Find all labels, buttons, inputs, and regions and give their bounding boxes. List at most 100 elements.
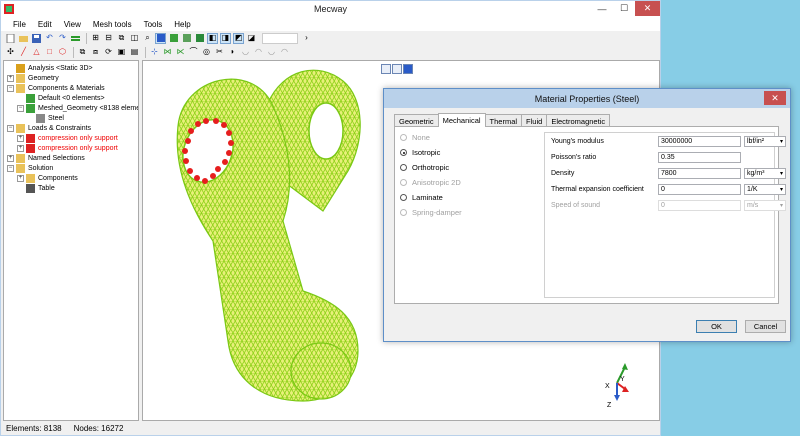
maximize-button[interactable]: ☐	[613, 1, 635, 16]
radio-button	[400, 134, 407, 141]
view-back-icon[interactable]: ◪	[246, 33, 257, 44]
view-front-icon[interactable]: ◧	[207, 32, 218, 44]
mirror-icon[interactable]: ⧈	[90, 47, 101, 58]
tree-item[interactable]: + Geometry	[7, 73, 59, 83]
support-icon	[26, 143, 35, 153]
view-side-icon[interactable]: ◩	[233, 32, 244, 44]
rotate-icon[interactable]: ⟳	[103, 47, 114, 58]
expand-icon[interactable]: +	[7, 74, 14, 82]
radio-button[interactable]	[400, 194, 407, 201]
property-value-input[interactable]: 7800	[658, 168, 741, 179]
radio-button[interactable]	[400, 149, 407, 156]
unit-dropdown[interactable]: 1/K ▾	[744, 184, 786, 195]
copy-icon[interactable]: ⧉	[77, 47, 88, 58]
unit-dropdown[interactable]: kg/m³ ▾	[744, 168, 786, 179]
expand-icon[interactable]: +	[17, 134, 24, 142]
menu-tools[interactable]: Tools	[138, 20, 169, 29]
tree-item[interactable]: Default <0 elements>	[17, 93, 105, 103]
close-button[interactable]: ✕	[635, 1, 660, 16]
revolve-icon[interactable]: ◠	[253, 47, 264, 58]
unit-label: kg/m³	[747, 170, 765, 177]
sweep-icon[interactable]: ◗	[227, 47, 238, 58]
project-icon[interactable]: ◡	[266, 47, 277, 58]
collapse-icon[interactable]: −	[7, 84, 14, 92]
fillet-icon[interactable]: ◡	[240, 47, 251, 58]
component-icon	[26, 103, 35, 113]
tree-item[interactable]: + compression only support	[17, 133, 118, 143]
collapse-icon[interactable]: −	[7, 124, 14, 132]
zoom-icon[interactable]: ⌕	[142, 33, 153, 44]
open-folder-icon[interactable]	[18, 33, 29, 44]
tree-item-label: Components & Materials	[28, 84, 105, 92]
property-row: Speed of sound 0 m/s ▾	[551, 200, 786, 211]
radio-button[interactable]	[400, 164, 407, 171]
cancel-button[interactable]: Cancel	[745, 320, 786, 333]
menu-file[interactable]: File	[7, 20, 32, 29]
tree-item[interactable]: + compression only support	[17, 143, 118, 153]
tree-item[interactable]: − Components & Materials	[7, 83, 105, 93]
triangle-element-icon[interactable]: △	[31, 47, 42, 58]
unit-dropdown[interactable]: lbf/in² ▾	[744, 136, 786, 147]
tree-item[interactable]: − Loads & Constraints	[7, 123, 91, 133]
redo-icon[interactable]: ↷	[57, 33, 68, 44]
radio-button	[400, 209, 407, 216]
view-mesh-icon[interactable]	[168, 33, 179, 44]
collapse-icon[interactable]: −	[7, 164, 14, 172]
view-wire-icon[interactable]	[181, 33, 192, 44]
tube-icon[interactable]: ◎	[201, 47, 212, 58]
material-type-option[interactable]: Isotropic	[400, 147, 440, 158]
view-iso-icon[interactable]	[194, 33, 205, 44]
select-elements-icon[interactable]: ⊟	[103, 33, 114, 44]
new-file-icon[interactable]	[5, 33, 16, 44]
menu-edit[interactable]: Edit	[32, 20, 58, 29]
material-type-option[interactable]: Orthotropic	[400, 162, 449, 173]
menu-help[interactable]: Help	[168, 20, 196, 29]
select-nodes-icon[interactable]: ⊞	[90, 33, 101, 44]
undo-icon[interactable]: ↶	[44, 33, 55, 44]
material-icon	[36, 113, 45, 123]
move-icon[interactable]: ✣	[5, 47, 16, 58]
collapse-icon[interactable]: −	[17, 104, 24, 112]
refine-icon[interactable]: ▤	[129, 47, 140, 58]
tree-item[interactable]: Analysis <Static 3D>	[7, 63, 93, 73]
smooth-icon[interactable]: ◠	[279, 47, 290, 58]
chevron-down-icon: ▾	[779, 187, 783, 193]
view-solid-icon[interactable]	[155, 32, 166, 44]
material-type-option[interactable]: Laminate	[400, 192, 443, 203]
expand-icon[interactable]: +	[17, 144, 24, 152]
menu-mesh-tools[interactable]: Mesh tools	[87, 20, 138, 29]
bend-icon[interactable]: ⌒	[188, 47, 199, 58]
chevron-right-icon[interactable]: ›	[301, 33, 312, 44]
zoom-field[interactable]	[262, 32, 298, 44]
expand-icon[interactable]: +	[17, 174, 24, 182]
quad-element-icon[interactable]: □	[44, 47, 55, 58]
ok-button[interactable]: OK	[696, 320, 737, 333]
expand-icon[interactable]: +	[7, 154, 14, 162]
menu-view[interactable]: View	[58, 20, 87, 29]
tree-item[interactable]: + Components	[17, 173, 78, 183]
tree-item[interactable]: + Named Selections	[7, 153, 85, 163]
line-element-icon[interactable]: ╱	[18, 47, 29, 58]
extrude-icon[interactable]: ▣	[116, 47, 127, 58]
node-tool-icon[interactable]: ⊹	[149, 47, 160, 58]
select-faces-icon[interactable]: ⧉	[116, 33, 127, 44]
dialog-close-button[interactable]: ✕	[764, 91, 786, 105]
save-icon[interactable]	[31, 33, 42, 44]
hex-element-icon[interactable]: ⬡	[57, 47, 68, 58]
merge-icon[interactable]: ⋈	[162, 47, 173, 58]
property-value-input[interactable]: 0.35	[658, 152, 741, 163]
property-value-input[interactable]: 0	[658, 184, 741, 195]
tree-item[interactable]: Table	[17, 183, 55, 193]
solve-icon[interactable]	[70, 33, 81, 44]
tree-item[interactable]: Steel	[27, 113, 64, 123]
menu-bar: File Edit View Mesh tools Tools Help	[1, 17, 660, 31]
cut-icon[interactable]: ✂	[214, 47, 225, 58]
tree-item[interactable]: − Meshed_Geometry <8138 elemer	[17, 103, 138, 113]
minimize-button[interactable]: —	[591, 1, 613, 16]
property-value-input[interactable]: 30000000	[658, 136, 741, 147]
view-top-icon[interactable]: ◨	[220, 32, 231, 44]
tree-item[interactable]: − Solution	[7, 163, 53, 173]
tab-mechanical[interactable]: Mechanical	[437, 113, 486, 127]
split-icon[interactable]: ⋉	[175, 47, 186, 58]
select-edges-icon[interactable]: ◫	[129, 33, 140, 44]
